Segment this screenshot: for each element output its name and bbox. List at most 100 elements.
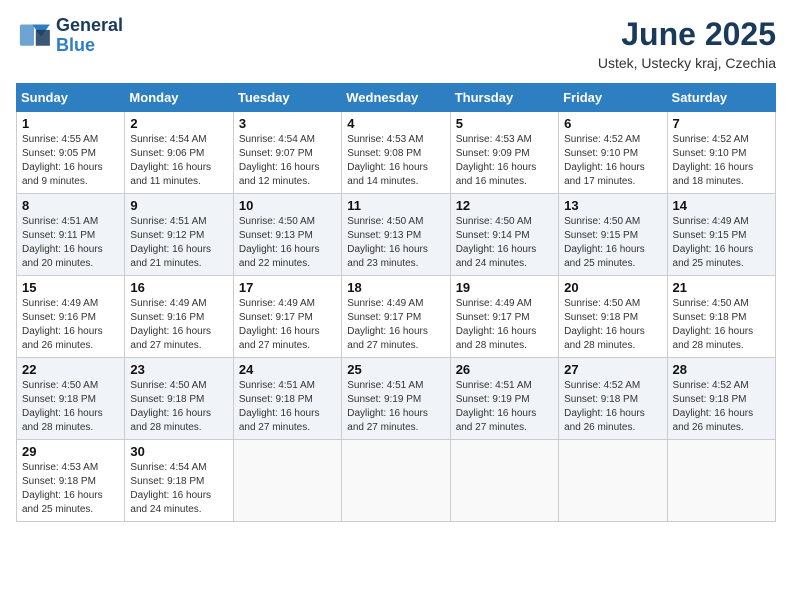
calendar-day-cell: 19 Sunrise: 4:49 AM Sunset: 9:17 PM Dayl…: [450, 276, 558, 358]
weekday-header-row: SundayMondayTuesdayWednesdayThursdayFrid…: [17, 84, 776, 112]
calendar-day-cell: 4 Sunrise: 4:53 AM Sunset: 9:08 PM Dayli…: [342, 112, 450, 194]
calendar-day-cell: 25 Sunrise: 4:51 AM Sunset: 9:19 PM Dayl…: [342, 358, 450, 440]
day-info: Sunrise: 4:53 AM Sunset: 9:08 PM Dayligh…: [347, 133, 444, 189]
calendar-day-cell: 11 Sunrise: 4:50 AM Sunset: 9:13 PM Dayl…: [342, 194, 450, 276]
day-number: 5: [456, 116, 553, 131]
day-number: 3: [239, 116, 336, 131]
day-info: Sunrise: 4:53 AM Sunset: 9:18 PM Dayligh…: [22, 461, 119, 517]
day-info: Sunrise: 4:50 AM Sunset: 9:15 PM Dayligh…: [564, 215, 661, 271]
calendar-day-cell: 12 Sunrise: 4:50 AM Sunset: 9:14 PM Dayl…: [450, 194, 558, 276]
day-number: 6: [564, 116, 661, 131]
empty-day-cell: [559, 440, 667, 522]
day-info: Sunrise: 4:50 AM Sunset: 9:18 PM Dayligh…: [564, 297, 661, 353]
day-number: 8: [22, 198, 119, 213]
calendar-day-cell: 10 Sunrise: 4:50 AM Sunset: 9:13 PM Dayl…: [233, 194, 341, 276]
logo: General Blue: [16, 16, 123, 56]
day-info: Sunrise: 4:50 AM Sunset: 9:18 PM Dayligh…: [130, 379, 227, 435]
month-title: June 2025: [598, 16, 776, 53]
calendar-week-row: 1 Sunrise: 4:55 AM Sunset: 9:05 PM Dayli…: [17, 112, 776, 194]
day-number: 2: [130, 116, 227, 131]
day-number: 18: [347, 280, 444, 295]
logo-text: General Blue: [56, 16, 123, 56]
calendar-day-cell: 23 Sunrise: 4:50 AM Sunset: 9:18 PM Dayl…: [125, 358, 233, 440]
day-info: Sunrise: 4:51 AM Sunset: 9:18 PM Dayligh…: [239, 379, 336, 435]
day-info: Sunrise: 4:52 AM Sunset: 9:18 PM Dayligh…: [673, 379, 770, 435]
day-number: 21: [673, 280, 770, 295]
day-info: Sunrise: 4:55 AM Sunset: 9:05 PM Dayligh…: [22, 133, 119, 189]
calendar-day-cell: 1 Sunrise: 4:55 AM Sunset: 9:05 PM Dayli…: [17, 112, 125, 194]
calendar-day-cell: 15 Sunrise: 4:49 AM Sunset: 9:16 PM Dayl…: [17, 276, 125, 358]
calendar-week-row: 8 Sunrise: 4:51 AM Sunset: 9:11 PM Dayli…: [17, 194, 776, 276]
weekday-header: Wednesday: [342, 84, 450, 112]
day-number: 14: [673, 198, 770, 213]
day-info: Sunrise: 4:51 AM Sunset: 9:12 PM Dayligh…: [130, 215, 227, 271]
day-number: 25: [347, 362, 444, 377]
day-info: Sunrise: 4:50 AM Sunset: 9:18 PM Dayligh…: [22, 379, 119, 435]
day-info: Sunrise: 4:50 AM Sunset: 9:14 PM Dayligh…: [456, 215, 553, 271]
day-info: Sunrise: 4:49 AM Sunset: 9:17 PM Dayligh…: [347, 297, 444, 353]
day-number: 23: [130, 362, 227, 377]
calendar-day-cell: 2 Sunrise: 4:54 AM Sunset: 9:06 PM Dayli…: [125, 112, 233, 194]
day-info: Sunrise: 4:52 AM Sunset: 9:18 PM Dayligh…: [564, 379, 661, 435]
day-info: Sunrise: 4:50 AM Sunset: 9:13 PM Dayligh…: [239, 215, 336, 271]
title-block: June 2025 Ustek, Ustecky kraj, Czechia: [598, 16, 776, 71]
calendar-table: SundayMondayTuesdayWednesdayThursdayFrid…: [16, 83, 776, 522]
weekday-header: Thursday: [450, 84, 558, 112]
calendar-day-cell: 27 Sunrise: 4:52 AM Sunset: 9:18 PM Dayl…: [559, 358, 667, 440]
weekday-header: Saturday: [667, 84, 775, 112]
day-info: Sunrise: 4:52 AM Sunset: 9:10 PM Dayligh…: [564, 133, 661, 189]
empty-day-cell: [450, 440, 558, 522]
day-info: Sunrise: 4:49 AM Sunset: 9:17 PM Dayligh…: [456, 297, 553, 353]
weekday-header: Sunday: [17, 84, 125, 112]
calendar-day-cell: 28 Sunrise: 4:52 AM Sunset: 9:18 PM Dayl…: [667, 358, 775, 440]
day-number: 11: [347, 198, 444, 213]
empty-day-cell: [667, 440, 775, 522]
day-number: 28: [673, 362, 770, 377]
day-number: 12: [456, 198, 553, 213]
weekday-header: Friday: [559, 84, 667, 112]
calendar-day-cell: 21 Sunrise: 4:50 AM Sunset: 9:18 PM Dayl…: [667, 276, 775, 358]
calendar-day-cell: 20 Sunrise: 4:50 AM Sunset: 9:18 PM Dayl…: [559, 276, 667, 358]
day-info: Sunrise: 4:54 AM Sunset: 9:18 PM Dayligh…: [130, 461, 227, 517]
day-info: Sunrise: 4:52 AM Sunset: 9:10 PM Dayligh…: [673, 133, 770, 189]
calendar-day-cell: 24 Sunrise: 4:51 AM Sunset: 9:18 PM Dayl…: [233, 358, 341, 440]
day-info: Sunrise: 4:54 AM Sunset: 9:07 PM Dayligh…: [239, 133, 336, 189]
day-info: Sunrise: 4:49 AM Sunset: 9:17 PM Dayligh…: [239, 297, 336, 353]
calendar-week-row: 22 Sunrise: 4:50 AM Sunset: 9:18 PM Dayl…: [17, 358, 776, 440]
calendar-day-cell: 30 Sunrise: 4:54 AM Sunset: 9:18 PM Dayl…: [125, 440, 233, 522]
day-info: Sunrise: 4:54 AM Sunset: 9:06 PM Dayligh…: [130, 133, 227, 189]
calendar-week-row: 15 Sunrise: 4:49 AM Sunset: 9:16 PM Dayl…: [17, 276, 776, 358]
day-number: 30: [130, 444, 227, 459]
calendar-day-cell: 13 Sunrise: 4:50 AM Sunset: 9:15 PM Dayl…: [559, 194, 667, 276]
day-number: 29: [22, 444, 119, 459]
day-number: 1: [22, 116, 119, 131]
calendar-day-cell: 18 Sunrise: 4:49 AM Sunset: 9:17 PM Dayl…: [342, 276, 450, 358]
day-info: Sunrise: 4:49 AM Sunset: 9:16 PM Dayligh…: [130, 297, 227, 353]
calendar-week-row: 29 Sunrise: 4:53 AM Sunset: 9:18 PM Dayl…: [17, 440, 776, 522]
day-number: 19: [456, 280, 553, 295]
day-number: 22: [22, 362, 119, 377]
empty-day-cell: [342, 440, 450, 522]
calendar-day-cell: 14 Sunrise: 4:49 AM Sunset: 9:15 PM Dayl…: [667, 194, 775, 276]
calendar-day-cell: 3 Sunrise: 4:54 AM Sunset: 9:07 PM Dayli…: [233, 112, 341, 194]
day-info: Sunrise: 4:51 AM Sunset: 9:11 PM Dayligh…: [22, 215, 119, 271]
day-number: 27: [564, 362, 661, 377]
day-number: 15: [22, 280, 119, 295]
logo-icon: [16, 21, 52, 51]
day-number: 20: [564, 280, 661, 295]
page-header: General Blue June 2025 Ustek, Ustecky kr…: [16, 16, 776, 71]
calendar-day-cell: 22 Sunrise: 4:50 AM Sunset: 9:18 PM Dayl…: [17, 358, 125, 440]
calendar-day-cell: 5 Sunrise: 4:53 AM Sunset: 9:09 PM Dayli…: [450, 112, 558, 194]
day-info: Sunrise: 4:51 AM Sunset: 9:19 PM Dayligh…: [347, 379, 444, 435]
calendar-day-cell: 26 Sunrise: 4:51 AM Sunset: 9:19 PM Dayl…: [450, 358, 558, 440]
calendar-day-cell: 8 Sunrise: 4:51 AM Sunset: 9:11 PM Dayli…: [17, 194, 125, 276]
day-info: Sunrise: 4:53 AM Sunset: 9:09 PM Dayligh…: [456, 133, 553, 189]
empty-day-cell: [233, 440, 341, 522]
weekday-header: Tuesday: [233, 84, 341, 112]
weekday-header: Monday: [125, 84, 233, 112]
day-number: 4: [347, 116, 444, 131]
day-number: 10: [239, 198, 336, 213]
calendar-day-cell: 29 Sunrise: 4:53 AM Sunset: 9:18 PM Dayl…: [17, 440, 125, 522]
day-number: 13: [564, 198, 661, 213]
day-info: Sunrise: 4:51 AM Sunset: 9:19 PM Dayligh…: [456, 379, 553, 435]
